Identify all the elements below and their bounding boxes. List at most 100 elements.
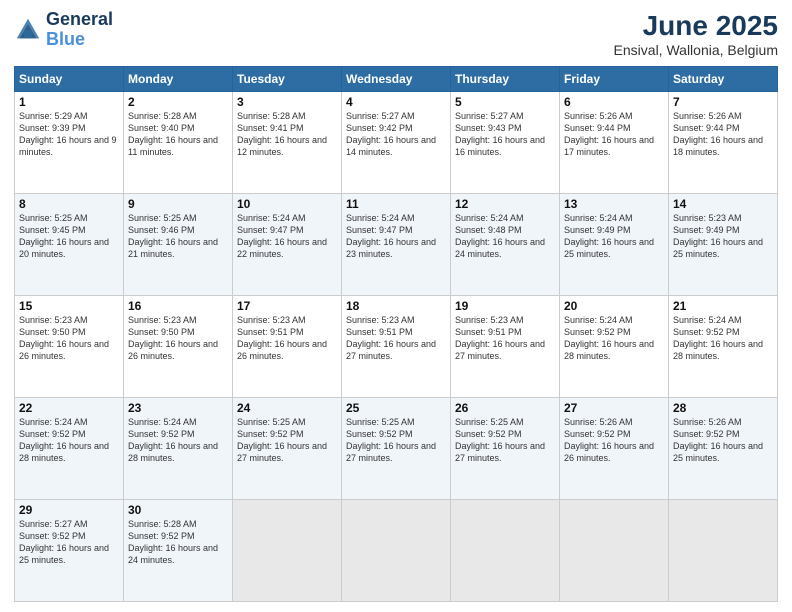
calendar-day-cell: 8Sunrise: 5:25 AMSunset: 9:45 PMDaylight… <box>15 194 124 296</box>
calendar-day-cell: 16Sunrise: 5:23 AMSunset: 9:50 PMDayligh… <box>124 296 233 398</box>
day-info: Sunrise: 5:25 AMSunset: 9:46 PMDaylight:… <box>128 212 228 261</box>
calendar-day-cell: 12Sunrise: 5:24 AMSunset: 9:48 PMDayligh… <box>451 194 560 296</box>
day-info: Sunrise: 5:24 AMSunset: 9:52 PMDaylight:… <box>19 416 119 465</box>
calendar-day-cell: 30Sunrise: 5:28 AMSunset: 9:52 PMDayligh… <box>124 500 233 602</box>
day-info: Sunrise: 5:23 AMSunset: 9:51 PMDaylight:… <box>237 314 337 363</box>
day-number: 18 <box>346 299 446 313</box>
day-info: Sunrise: 5:25 AMSunset: 9:52 PMDaylight:… <box>455 416 555 465</box>
day-number: 10 <box>237 197 337 211</box>
day-info: Sunrise: 5:26 AMSunset: 9:52 PMDaylight:… <box>673 416 773 465</box>
calendar-week-row: 15Sunrise: 5:23 AMSunset: 9:50 PMDayligh… <box>15 296 778 398</box>
day-info: Sunrise: 5:28 AMSunset: 9:41 PMDaylight:… <box>237 110 337 159</box>
day-info: Sunrise: 5:23 AMSunset: 9:51 PMDaylight:… <box>346 314 446 363</box>
calendar-day-cell: 17Sunrise: 5:23 AMSunset: 9:51 PMDayligh… <box>233 296 342 398</box>
calendar-day-cell <box>560 500 669 602</box>
calendar-day-cell: 5Sunrise: 5:27 AMSunset: 9:43 PMDaylight… <box>451 92 560 194</box>
calendar-day-cell: 14Sunrise: 5:23 AMSunset: 9:49 PMDayligh… <box>669 194 778 296</box>
day-number: 24 <box>237 401 337 415</box>
logo-line1: General <box>46 10 113 30</box>
day-number: 21 <box>673 299 773 313</box>
calendar-day-cell <box>233 500 342 602</box>
day-info: Sunrise: 5:25 AMSunset: 9:45 PMDaylight:… <box>19 212 119 261</box>
day-info: Sunrise: 5:24 AMSunset: 9:48 PMDaylight:… <box>455 212 555 261</box>
calendar-day-cell <box>342 500 451 602</box>
day-number: 27 <box>564 401 664 415</box>
weekday-header-cell: Sunday <box>15 67 124 92</box>
day-info: Sunrise: 5:25 AMSunset: 9:52 PMDaylight:… <box>346 416 446 465</box>
calendar-day-cell: 4Sunrise: 5:27 AMSunset: 9:42 PMDaylight… <box>342 92 451 194</box>
day-number: 3 <box>237 95 337 109</box>
calendar-day-cell: 1Sunrise: 5:29 AMSunset: 9:39 PMDaylight… <box>15 92 124 194</box>
calendar-day-cell: 27Sunrise: 5:26 AMSunset: 9:52 PMDayligh… <box>560 398 669 500</box>
calendar-day-cell: 19Sunrise: 5:23 AMSunset: 9:51 PMDayligh… <box>451 296 560 398</box>
calendar-week-row: 22Sunrise: 5:24 AMSunset: 9:52 PMDayligh… <box>15 398 778 500</box>
weekday-header-cell: Friday <box>560 67 669 92</box>
logo: General Blue <box>14 10 113 50</box>
day-info: Sunrise: 5:27 AMSunset: 9:42 PMDaylight:… <box>346 110 446 159</box>
day-info: Sunrise: 5:24 AMSunset: 9:47 PMDaylight:… <box>237 212 337 261</box>
day-info: Sunrise: 5:26 AMSunset: 9:52 PMDaylight:… <box>564 416 664 465</box>
day-info: Sunrise: 5:28 AMSunset: 9:40 PMDaylight:… <box>128 110 228 159</box>
calendar-day-cell: 15Sunrise: 5:23 AMSunset: 9:50 PMDayligh… <box>15 296 124 398</box>
calendar-week-row: 8Sunrise: 5:25 AMSunset: 9:45 PMDaylight… <box>15 194 778 296</box>
calendar-day-cell: 9Sunrise: 5:25 AMSunset: 9:46 PMDaylight… <box>124 194 233 296</box>
calendar-day-cell: 3Sunrise: 5:28 AMSunset: 9:41 PMDaylight… <box>233 92 342 194</box>
weekday-header-cell: Saturday <box>669 67 778 92</box>
calendar-week-row: 29Sunrise: 5:27 AMSunset: 9:52 PMDayligh… <box>15 500 778 602</box>
calendar-day-cell <box>451 500 560 602</box>
calendar-day-cell: 23Sunrise: 5:24 AMSunset: 9:52 PMDayligh… <box>124 398 233 500</box>
calendar-day-cell: 11Sunrise: 5:24 AMSunset: 9:47 PMDayligh… <box>342 194 451 296</box>
day-info: Sunrise: 5:23 AMSunset: 9:50 PMDaylight:… <box>19 314 119 363</box>
day-info: Sunrise: 5:24 AMSunset: 9:49 PMDaylight:… <box>564 212 664 261</box>
day-number: 20 <box>564 299 664 313</box>
calendar-day-cell: 21Sunrise: 5:24 AMSunset: 9:52 PMDayligh… <box>669 296 778 398</box>
calendar-day-cell: 24Sunrise: 5:25 AMSunset: 9:52 PMDayligh… <box>233 398 342 500</box>
day-number: 28 <box>673 401 773 415</box>
calendar-day-cell: 28Sunrise: 5:26 AMSunset: 9:52 PMDayligh… <box>669 398 778 500</box>
logo-icon <box>14 16 42 44</box>
day-number: 15 <box>19 299 119 313</box>
day-number: 19 <box>455 299 555 313</box>
calendar-day-cell: 2Sunrise: 5:28 AMSunset: 9:40 PMDaylight… <box>124 92 233 194</box>
weekday-header-cell: Monday <box>124 67 233 92</box>
day-info: Sunrise: 5:24 AMSunset: 9:52 PMDaylight:… <box>673 314 773 363</box>
day-info: Sunrise: 5:23 AMSunset: 9:50 PMDaylight:… <box>128 314 228 363</box>
day-info: Sunrise: 5:26 AMSunset: 9:44 PMDaylight:… <box>564 110 664 159</box>
day-number: 2 <box>128 95 228 109</box>
day-number: 16 <box>128 299 228 313</box>
day-info: Sunrise: 5:29 AMSunset: 9:39 PMDaylight:… <box>19 110 119 159</box>
calendar-week-row: 1Sunrise: 5:29 AMSunset: 9:39 PMDaylight… <box>15 92 778 194</box>
day-info: Sunrise: 5:23 AMSunset: 9:51 PMDaylight:… <box>455 314 555 363</box>
page: General Blue June 2025 Ensival, Wallonia… <box>0 0 792 612</box>
calendar-day-cell: 10Sunrise: 5:24 AMSunset: 9:47 PMDayligh… <box>233 194 342 296</box>
location: Ensival, Wallonia, Belgium <box>614 42 778 58</box>
day-number: 30 <box>128 503 228 517</box>
day-number: 22 <box>19 401 119 415</box>
day-number: 5 <box>455 95 555 109</box>
day-number: 11 <box>346 197 446 211</box>
weekday-header-cell: Tuesday <box>233 67 342 92</box>
calendar-day-cell: 6Sunrise: 5:26 AMSunset: 9:44 PMDaylight… <box>560 92 669 194</box>
title-block: June 2025 Ensival, Wallonia, Belgium <box>614 10 778 58</box>
day-number: 23 <box>128 401 228 415</box>
day-info: Sunrise: 5:28 AMSunset: 9:52 PMDaylight:… <box>128 518 228 567</box>
weekday-header-row: SundayMondayTuesdayWednesdayThursdayFrid… <box>15 67 778 92</box>
day-number: 9 <box>128 197 228 211</box>
day-info: Sunrise: 5:27 AMSunset: 9:52 PMDaylight:… <box>19 518 119 567</box>
calendar-day-cell: 25Sunrise: 5:25 AMSunset: 9:52 PMDayligh… <box>342 398 451 500</box>
calendar-day-cell: 22Sunrise: 5:24 AMSunset: 9:52 PMDayligh… <box>15 398 124 500</box>
day-number: 7 <box>673 95 773 109</box>
month-year: June 2025 <box>614 10 778 42</box>
day-number: 14 <box>673 197 773 211</box>
day-number: 8 <box>19 197 119 211</box>
header: General Blue June 2025 Ensival, Wallonia… <box>14 10 778 58</box>
day-number: 4 <box>346 95 446 109</box>
calendar-day-cell <box>669 500 778 602</box>
calendar-day-cell: 13Sunrise: 5:24 AMSunset: 9:49 PMDayligh… <box>560 194 669 296</box>
day-number: 17 <box>237 299 337 313</box>
logo-text: General Blue <box>46 10 113 50</box>
day-number: 6 <box>564 95 664 109</box>
calendar-day-cell: 26Sunrise: 5:25 AMSunset: 9:52 PMDayligh… <box>451 398 560 500</box>
day-info: Sunrise: 5:24 AMSunset: 9:52 PMDaylight:… <box>128 416 228 465</box>
day-number: 26 <box>455 401 555 415</box>
